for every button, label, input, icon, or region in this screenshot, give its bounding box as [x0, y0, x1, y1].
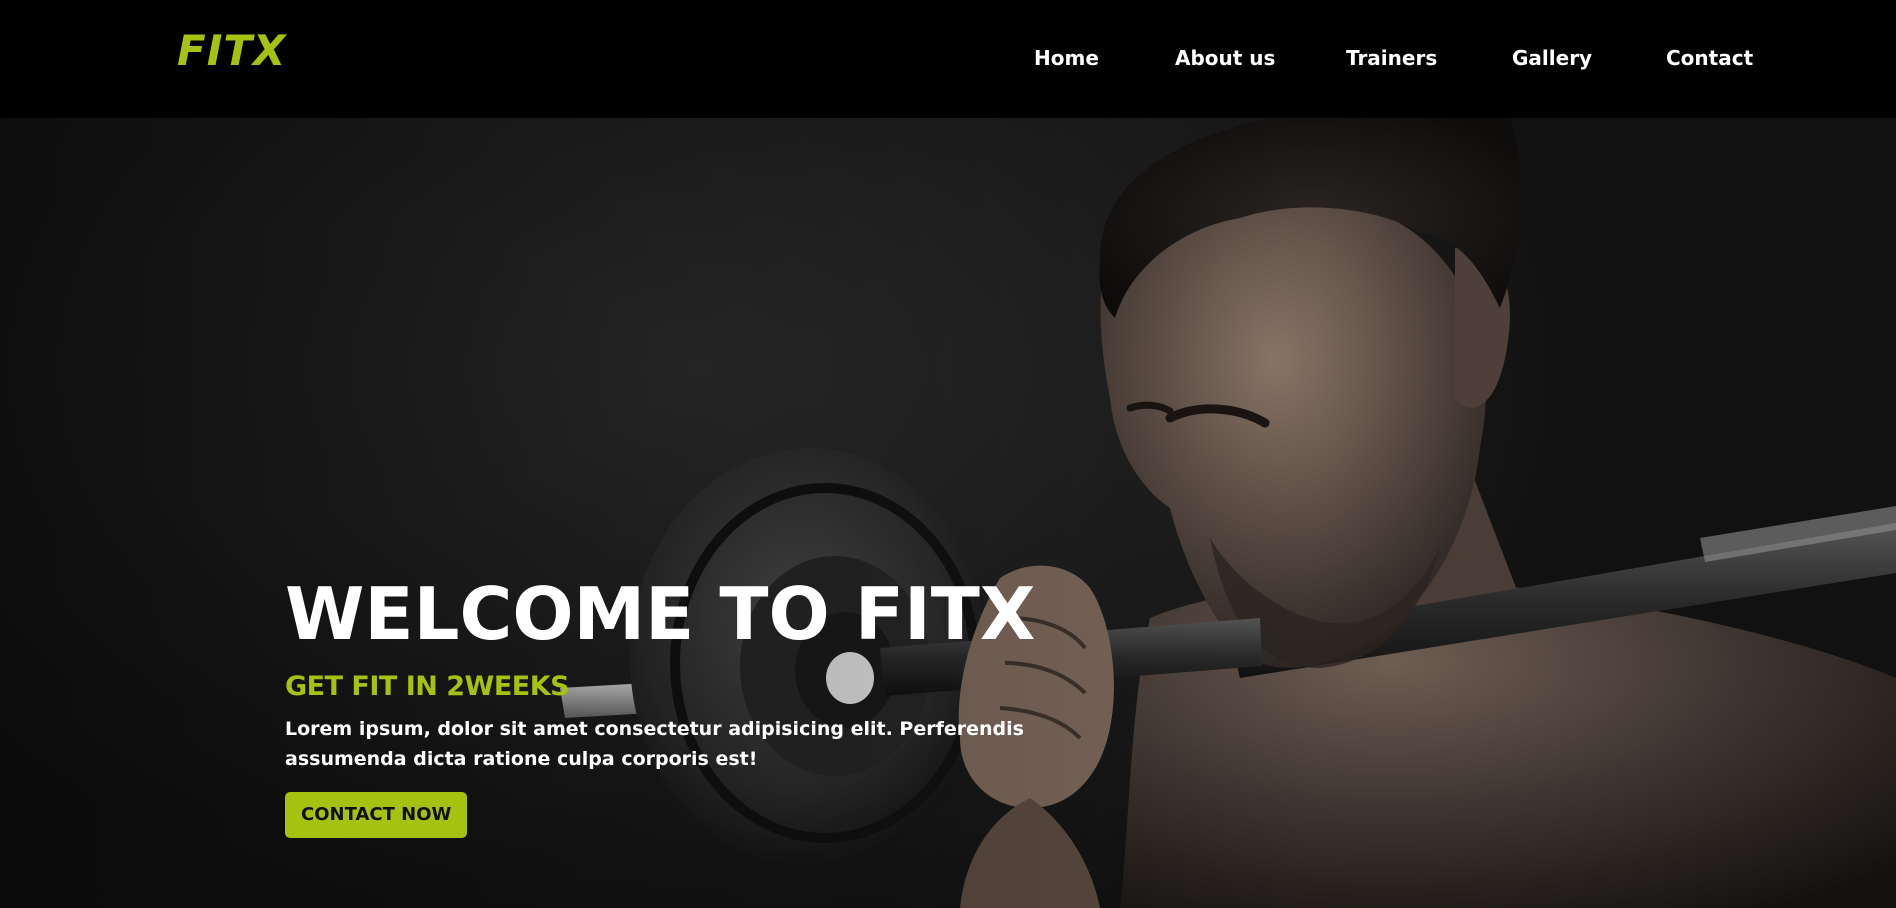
hero-content: WELCOME TO FITX GET FIT IN 2WEEKS Lorem … [285, 578, 1185, 838]
nav-link-gallery[interactable]: Gallery [1512, 46, 1592, 70]
nav-link-home[interactable]: Home [1034, 46, 1099, 70]
nav-link-about-us[interactable]: About us [1175, 46, 1275, 70]
hero-section: WELCOME TO FITX GET FIT IN 2WEEKS Lorem … [0, 118, 1896, 908]
navbar: FITX Home About us Trainers Gallery Cont… [0, 0, 1896, 118]
page: FITX Home About us Trainers Gallery Cont… [0, 0, 1896, 908]
nav-link-contact[interactable]: Contact [1666, 46, 1753, 70]
hero-title: WELCOME TO FITX [285, 572, 1036, 656]
nav-link-trainers[interactable]: Trainers [1346, 46, 1437, 70]
contact-now-button[interactable]: CONTACT NOW [285, 791, 468, 838]
nav-menu: Home About us Trainers Gallery Contact [0, 46, 1896, 76]
hero-description: Lorem ipsum, dolor sit amet consectetur … [285, 717, 1024, 770]
hero-subtitle: GET FIT IN 2WEEKS [285, 671, 570, 702]
